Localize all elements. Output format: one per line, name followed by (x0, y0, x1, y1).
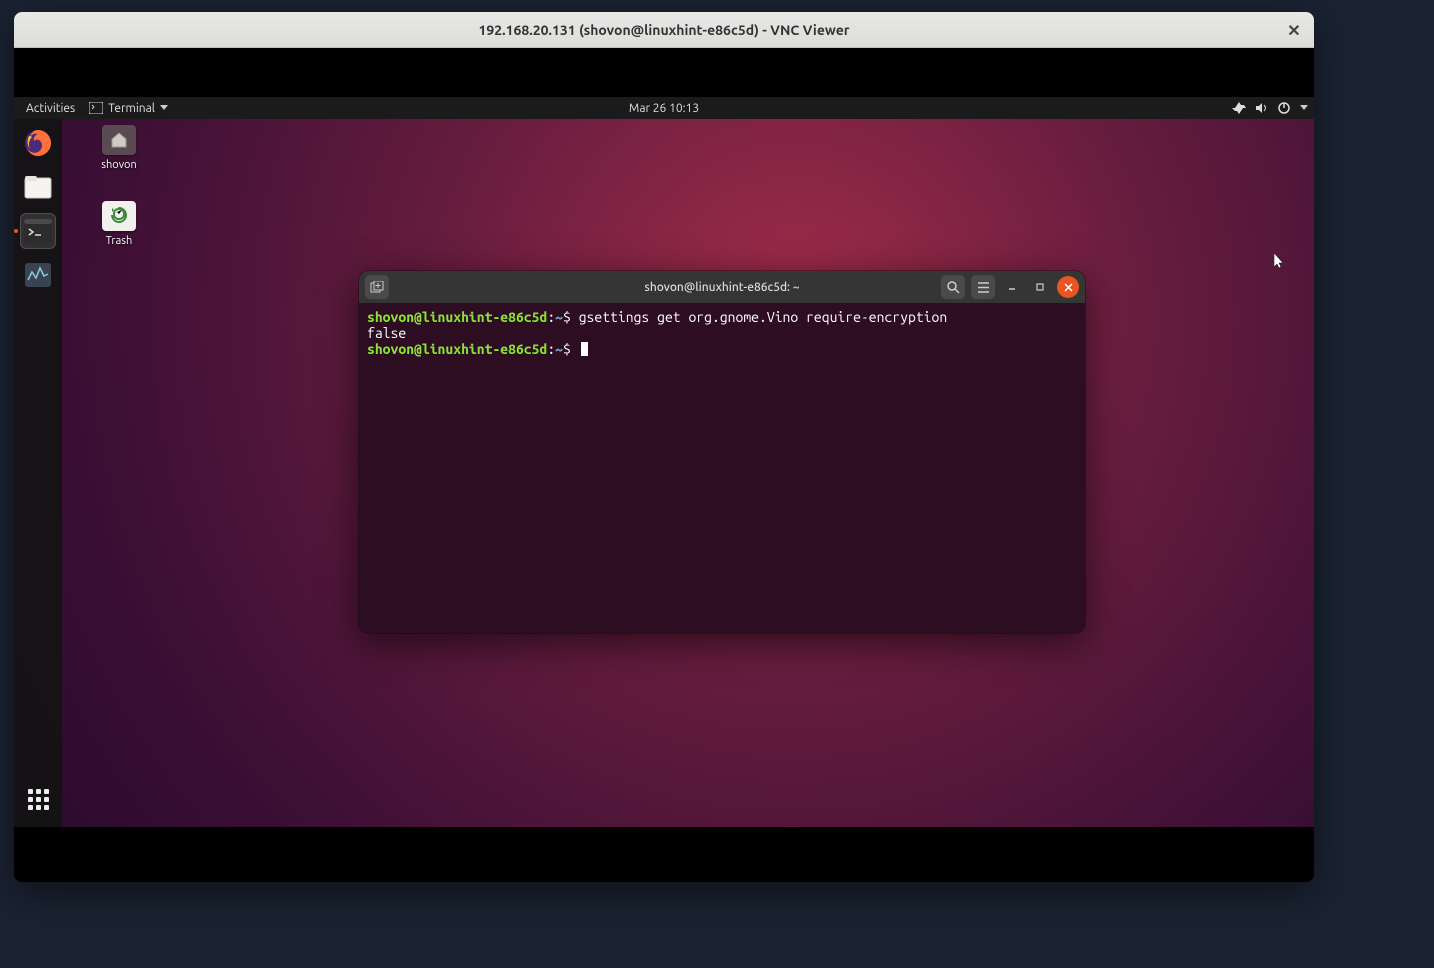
files-icon (24, 174, 52, 200)
terminal-icon (89, 102, 103, 114)
new-tab-icon (370, 281, 384, 293)
terminal-menu-button[interactable] (971, 275, 995, 299)
terminal-close-button[interactable] (1057, 276, 1079, 298)
vnc-viewer-window: 192.168.20.131 (shovon@linuxhint-e86c5d)… (14, 12, 1314, 882)
command-2 (571, 341, 579, 357)
ubuntu-dock (14, 119, 62, 827)
prompt-path: ~ (555, 309, 563, 325)
system-monitor-icon (24, 262, 52, 288)
terminal-cursor (581, 342, 588, 356)
power-icon (1278, 102, 1290, 114)
folder-home-icon (102, 125, 136, 155)
maximize-icon (1035, 282, 1045, 292)
network-icon (1232, 102, 1246, 114)
hamburger-icon (977, 282, 990, 293)
terminal-title: shovon@linuxhint-e86c5d: ~ (644, 281, 799, 294)
home-folder-label: shovon (101, 159, 137, 171)
vnc-close-button[interactable]: ✕ (1284, 20, 1304, 40)
dock-system-monitor[interactable] (20, 257, 56, 293)
dock-files[interactable] (20, 169, 56, 205)
minimize-icon (1007, 282, 1017, 292)
vnc-title: 192.168.20.131 (shovon@linuxhint-e86c5d)… (478, 22, 849, 38)
output-1: false (367, 325, 406, 341)
chevron-down-icon (160, 105, 168, 111)
activities-button[interactable]: Activities (20, 102, 81, 115)
terminal-window[interactable]: shovon@linuxhint-e86c5d: ~ (359, 271, 1085, 633)
chevron-down-icon (1300, 105, 1308, 111)
prompt-user: shovon@linuxhint-e86c5d (367, 309, 547, 325)
terminal-icon (24, 219, 52, 243)
trash-icon[interactable]: Trash (84, 201, 154, 247)
dock-firefox[interactable] (20, 125, 56, 161)
home-folder-icon[interactable]: shovon (84, 125, 154, 171)
status-menu[interactable] (1232, 102, 1308, 114)
terminal-body[interactable]: shovon@linuxhint-e86c5d:~$ gsettings get… (359, 303, 1085, 633)
terminal-titlebar[interactable]: shovon@linuxhint-e86c5d: ~ (359, 271, 1085, 303)
close-icon (1064, 283, 1073, 292)
close-icon: ✕ (1287, 21, 1300, 40)
maximize-button[interactable] (1029, 276, 1051, 298)
apps-grid-icon (28, 789, 49, 810)
trash-label: Trash (106, 235, 133, 247)
clock[interactable]: Mar 26 10:13 (629, 102, 699, 115)
trash-bin-icon (102, 201, 136, 231)
minimize-button[interactable] (1001, 276, 1023, 298)
volume-icon (1256, 102, 1268, 114)
dock-terminal[interactable] (20, 213, 56, 249)
prompt-sep: : (547, 309, 555, 325)
show-applications-button[interactable] (20, 781, 56, 817)
terminal-search-button[interactable] (941, 275, 965, 299)
firefox-icon (23, 128, 53, 158)
prompt-user: shovon@linuxhint-e86c5d (367, 341, 547, 357)
vnc-titlebar[interactable]: 192.168.20.131 (shovon@linuxhint-e86c5d)… (14, 12, 1314, 48)
prompt-sep: : (547, 341, 555, 357)
vnc-remote-area: Activities Terminal Mar 26 10:13 (14, 48, 1314, 882)
mouse-cursor-icon (1274, 253, 1286, 272)
app-menu-label: Terminal (108, 102, 155, 115)
prompt-sym: $ (563, 309, 571, 325)
ubuntu-desktop[interactable]: Activities Terminal Mar 26 10:13 (14, 97, 1314, 827)
app-menu[interactable]: Terminal (81, 102, 176, 115)
prompt-sym: $ (563, 341, 571, 357)
gnome-top-bar: Activities Terminal Mar 26 10:13 (14, 97, 1314, 119)
command-1: gsettings get org.gnome.Vino require-enc… (571, 309, 947, 325)
desktop-icons: shovon Trash (84, 125, 154, 247)
new-tab-button[interactable] (365, 275, 389, 299)
search-icon (947, 281, 960, 294)
prompt-path: ~ (555, 341, 563, 357)
